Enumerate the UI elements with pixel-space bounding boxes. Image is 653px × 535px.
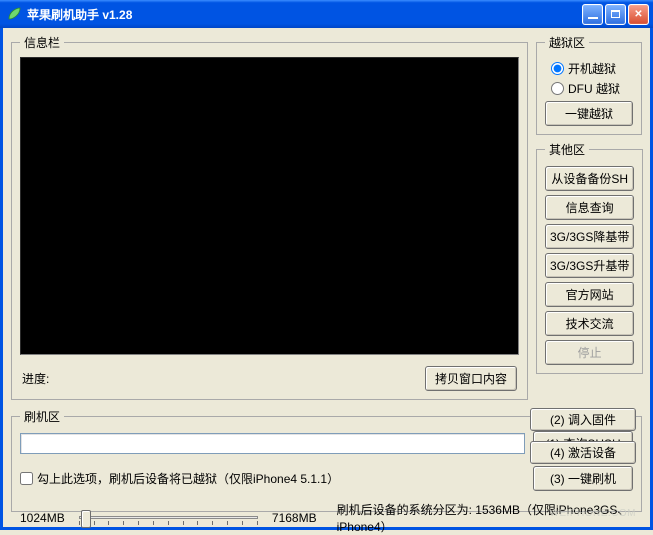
radio-dfu-jailbreak-input[interactable]	[551, 82, 564, 95]
minimize-button[interactable]	[582, 4, 603, 25]
jailbreak-after-flash-label: 勾上此选项，刷机后设备将已越狱（仅限iPhone4 5.1.1）	[37, 470, 339, 487]
partition-min-label: 1024MB	[20, 511, 65, 525]
jailbreak-after-flash-checkbox[interactable]	[20, 472, 33, 485]
backup-shsh-button[interactable]: 从设备备份SH	[545, 166, 634, 191]
partition-slider[interactable]	[73, 507, 264, 529]
load-firmware-button[interactable]: (2) 调入固件	[530, 408, 636, 431]
watermark: WEIPHONE.COM	[549, 508, 636, 519]
one-key-flash-button[interactable]: (3) 一键刷机	[533, 466, 633, 491]
jailbreak-legend: 越狱区	[545, 34, 589, 51]
progress-label: 进度:	[22, 370, 49, 387]
info-panel-legend: 信息栏	[20, 34, 64, 51]
leaf-icon	[6, 6, 22, 22]
titlebar: 苹果刷机助手 v1.28 ✕	[0, 0, 653, 28]
radio-dfu-jailbreak[interactable]: DFU 越狱	[551, 80, 633, 97]
downgrade-baseband-button[interactable]: 3G/3GS降基带	[545, 224, 634, 249]
radio-boot-jailbreak[interactable]: 开机越狱	[551, 60, 633, 77]
partition-slider-thumb[interactable]	[81, 510, 91, 528]
stop-button[interactable]: 停止	[545, 340, 634, 365]
info-console	[20, 57, 519, 355]
other-legend: 其他区	[545, 141, 589, 158]
one-key-jailbreak-button[interactable]: 一键越狱	[545, 101, 633, 126]
radio-boot-jailbreak-input[interactable]	[551, 62, 564, 75]
official-site-button[interactable]: 官方网站	[545, 282, 634, 307]
jailbreak-panel: 越狱区 开机越狱 DFU 越狱 一键越狱	[536, 34, 642, 135]
tech-exchange-button[interactable]: 技术交流	[545, 311, 634, 336]
copy-window-button[interactable]: 拷贝窗口内容	[425, 366, 517, 391]
maximize-button[interactable]	[605, 4, 626, 25]
info-panel: 信息栏 进度: 拷贝窗口内容	[11, 34, 528, 400]
other-panel: 其他区 从设备备份SH 信息查询 3G/3GS降基带 3G/3GS升基带 官方网…	[536, 141, 643, 374]
info-query-button[interactable]: 信息查询	[545, 195, 634, 220]
firmware-path-input[interactable]	[20, 433, 525, 454]
partition-max-label: 7168MB	[272, 511, 317, 525]
activate-device-button[interactable]: (4) 激活设备	[530, 441, 636, 464]
radio-dfu-jailbreak-label: DFU 越狱	[568, 80, 620, 97]
flash-legend: 刷机区	[20, 408, 64, 425]
radio-boot-jailbreak-label: 开机越狱	[568, 60, 616, 77]
upgrade-baseband-button[interactable]: 3G/3GS升基带	[545, 253, 634, 278]
window-title: 苹果刷机助手 v1.28	[27, 6, 582, 23]
close-button[interactable]: ✕	[628, 4, 649, 25]
